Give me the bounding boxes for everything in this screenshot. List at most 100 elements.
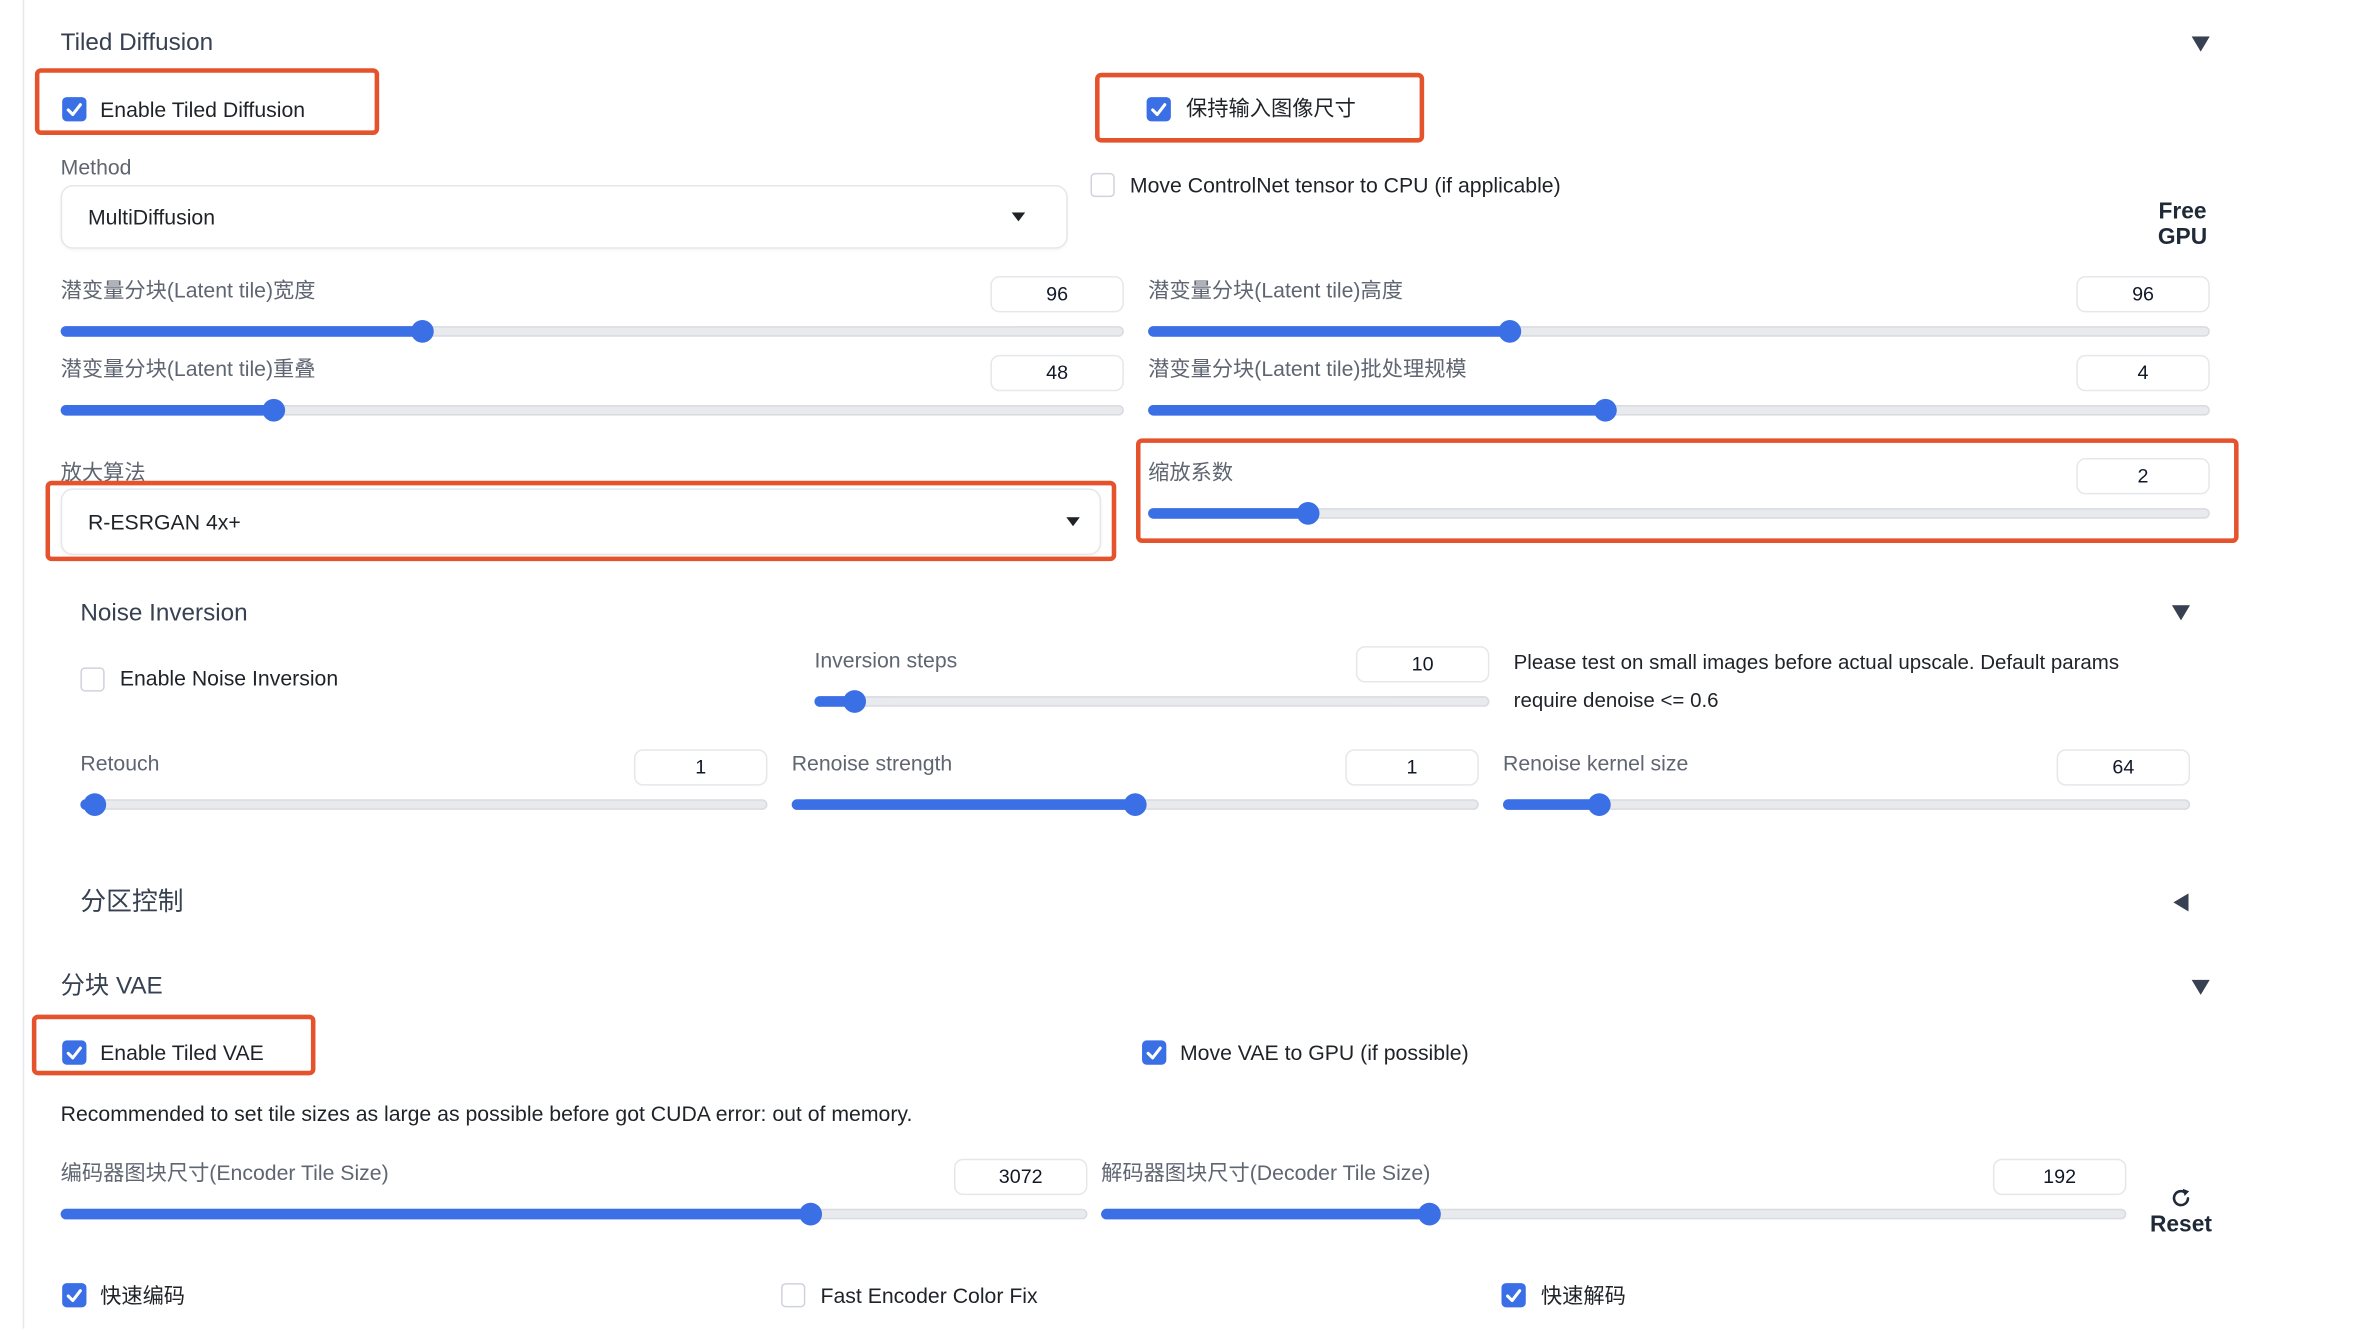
slider-thumb[interactable] <box>843 690 867 713</box>
latent-tile-width-label: 潜变量分块(Latent tile)宽度 <box>60 277 316 302</box>
method-dropdown[interactable]: MultiDiffusion <box>60 185 1068 249</box>
latent-tile-height-slider: 潜变量分块(Latent tile)高度 96 <box>1148 273 2210 343</box>
slider-fill <box>60 1208 811 1220</box>
free-gpu-button[interactable]: Free GPU <box>2146 199 2219 251</box>
slider-thumb[interactable] <box>82 793 106 816</box>
move-vae-to-gpu-label: Move VAE to GPU (if possible) <box>1179 1040 1469 1065</box>
fast-encoder-checkbox[interactable] <box>62 1283 87 1308</box>
fast-decoder-label: 快速解码 <box>1540 1283 1626 1308</box>
triangle-left-icon[interactable] <box>2173 893 2189 912</box>
latent-tile-width-track[interactable] <box>60 320 1124 343</box>
triangle-down-icon[interactable] <box>2191 36 2210 52</box>
triangle-down-icon[interactable] <box>2171 605 2191 621</box>
enable-tiled-diffusion-checkbox[interactable] <box>62 97 87 122</box>
tiled-vae-recommendation: Recommended to set tile sizes as large a… <box>60 1101 913 1126</box>
caret-down-icon <box>1066 517 1080 527</box>
upscaler-label: 放大算法 <box>60 459 146 484</box>
method-label: Method <box>60 154 132 179</box>
retouch-input[interactable]: 1 <box>633 749 768 786</box>
inversion-steps-slider: Inversion steps 10 <box>814 643 1490 713</box>
noise-inversion-note-line1: Please test on small images before actua… <box>1513 650 2120 674</box>
enable-noise-inversion-label: Enable Noise Inversion <box>119 665 339 691</box>
slider-fill <box>1503 799 1600 810</box>
checkmark-icon <box>1151 103 1167 117</box>
tiled-diffusion-title[interactable]: Tiled Diffusion <box>61 29 213 59</box>
renoise-strength-track[interactable] <box>791 793 1479 816</box>
renoise-strength-input[interactable]: 1 <box>1345 749 1479 786</box>
slider-thumb[interactable] <box>1497 320 1521 343</box>
latent-tile-width-input[interactable]: 96 <box>990 276 1124 313</box>
scale-factor-label: 缩放系数 <box>1148 459 1234 484</box>
caret-down-icon <box>1011 212 1026 222</box>
tiled-vae-title[interactable]: 分块 VAE <box>61 972 163 1002</box>
latent-tile-batch-size-track[interactable] <box>1148 398 2210 422</box>
retouch-label: Retouch <box>80 750 160 776</box>
scale-factor-input[interactable]: 2 <box>2076 458 2210 495</box>
fast-encoder-label: 快速编码 <box>100 1283 186 1308</box>
keep-input-size-checkbox[interactable] <box>1146 97 1171 122</box>
slider-thumb[interactable] <box>1417 1202 1441 1226</box>
slider-thumb[interactable] <box>261 398 285 422</box>
upscaler-dropdown[interactable]: R-ESRGAN 4x+ <box>60 488 1102 556</box>
encoder-tile-size-label: 编码器图块尺寸(Encoder Tile Size) <box>60 1160 389 1185</box>
keep-input-size-label: 保持输入图像尺寸 <box>1186 95 1356 120</box>
method-value: MultiDiffusion <box>87 204 216 230</box>
checkmark-icon <box>1506 1289 1522 1303</box>
slider-thumb[interactable] <box>1295 502 1319 525</box>
latent-tile-overlap-label: 潜变量分块(Latent tile)重叠 <box>60 356 316 381</box>
upscaler-value: R-ESRGAN 4x+ <box>87 509 241 534</box>
region-control-title[interactable]: 分区控制 <box>80 887 183 917</box>
latent-tile-height-input[interactable]: 96 <box>2076 276 2210 313</box>
renoise-strength-label: Renoise strength <box>791 750 953 776</box>
retouch-track[interactable] <box>80 793 768 816</box>
reset-button[interactable]: Reset <box>2142 1183 2221 1244</box>
encoder-tile-size-track[interactable] <box>60 1202 1088 1226</box>
latent-tile-height-track[interactable] <box>1148 320 2210 343</box>
slider-thumb[interactable] <box>798 1202 822 1226</box>
decoder-tile-size-input[interactable]: 192 <box>1992 1158 2127 1196</box>
inversion-steps-input[interactable]: 10 <box>1355 646 1490 683</box>
slider-thumb[interactable] <box>1593 398 1617 422</box>
slider-fill <box>60 404 274 416</box>
latent-tile-batch-size-input[interactable]: 4 <box>2076 354 2210 392</box>
decoder-tile-size-track[interactable] <box>1101 1202 2127 1226</box>
inversion-steps-track[interactable] <box>814 690 1490 713</box>
refresh-icon <box>2172 1188 2190 1207</box>
scale-factor-slider: 缩放系数 2 <box>1148 455 2210 525</box>
slider-fill <box>1148 508 1308 519</box>
enable-tiled-diffusion-label: Enable Tiled Diffusion <box>100 97 306 122</box>
slider-fill <box>791 799 1136 810</box>
slider-fill <box>60 326 423 337</box>
latent-tile-overlap-track[interactable] <box>60 398 1124 422</box>
enable-noise-inversion-checkbox[interactable] <box>80 667 105 692</box>
retouch-slider: Retouch 1 <box>80 746 768 816</box>
slider-thumb[interactable] <box>1587 793 1611 816</box>
checkmark-icon <box>1146 1046 1162 1060</box>
decoder-tile-size-slider: 解码器图块尺寸(Decoder Tile Size) 192 <box>1101 1156 2127 1226</box>
renoise-kernel-size-input[interactable]: 64 <box>2056 749 2191 786</box>
checkmark-icon <box>66 1046 82 1060</box>
slider-thumb[interactable] <box>410 320 434 343</box>
latent-tile-batch-size-label: 潜变量分块(Latent tile)批处理规模 <box>1148 356 1467 381</box>
fast-decoder-checkbox[interactable] <box>1501 1283 1526 1308</box>
checkmark-icon <box>66 103 82 117</box>
move-vae-to-gpu-checkbox[interactable] <box>1142 1040 1167 1065</box>
decoder-tile-size-label: 解码器图块尺寸(Decoder Tile Size) <box>1101 1160 1431 1185</box>
enable-tiled-vae-checkbox[interactable] <box>62 1040 87 1065</box>
latent-tile-height-label: 潜变量分块(Latent tile)高度 <box>1148 277 1403 302</box>
renoise-kernel-size-slider: Renoise kernel size 64 <box>1503 746 2191 816</box>
checkmark-icon <box>66 1289 82 1303</box>
renoise-kernel-size-track[interactable] <box>1503 793 2191 816</box>
panel-left-border <box>22 0 25 1329</box>
encoder-tile-size-input[interactable]: 3072 <box>953 1158 1088 1196</box>
renoise-kernel-size-label: Renoise kernel size <box>1503 750 1689 776</box>
fast-encoder-color-fix-label: Fast Encoder Color Fix <box>820 1283 1038 1308</box>
slider-fill <box>1101 1208 1430 1220</box>
fast-encoder-color-fix-checkbox[interactable] <box>781 1283 806 1308</box>
slider-thumb[interactable] <box>1123 793 1147 816</box>
scale-factor-track[interactable] <box>1148 502 2210 525</box>
move-controlnet-to-cpu-checkbox[interactable] <box>1090 172 1115 198</box>
triangle-down-icon[interactable] <box>2191 979 2210 995</box>
noise-inversion-title[interactable]: Noise Inversion <box>80 599 247 629</box>
latent-tile-overlap-input[interactable]: 48 <box>990 354 1124 392</box>
